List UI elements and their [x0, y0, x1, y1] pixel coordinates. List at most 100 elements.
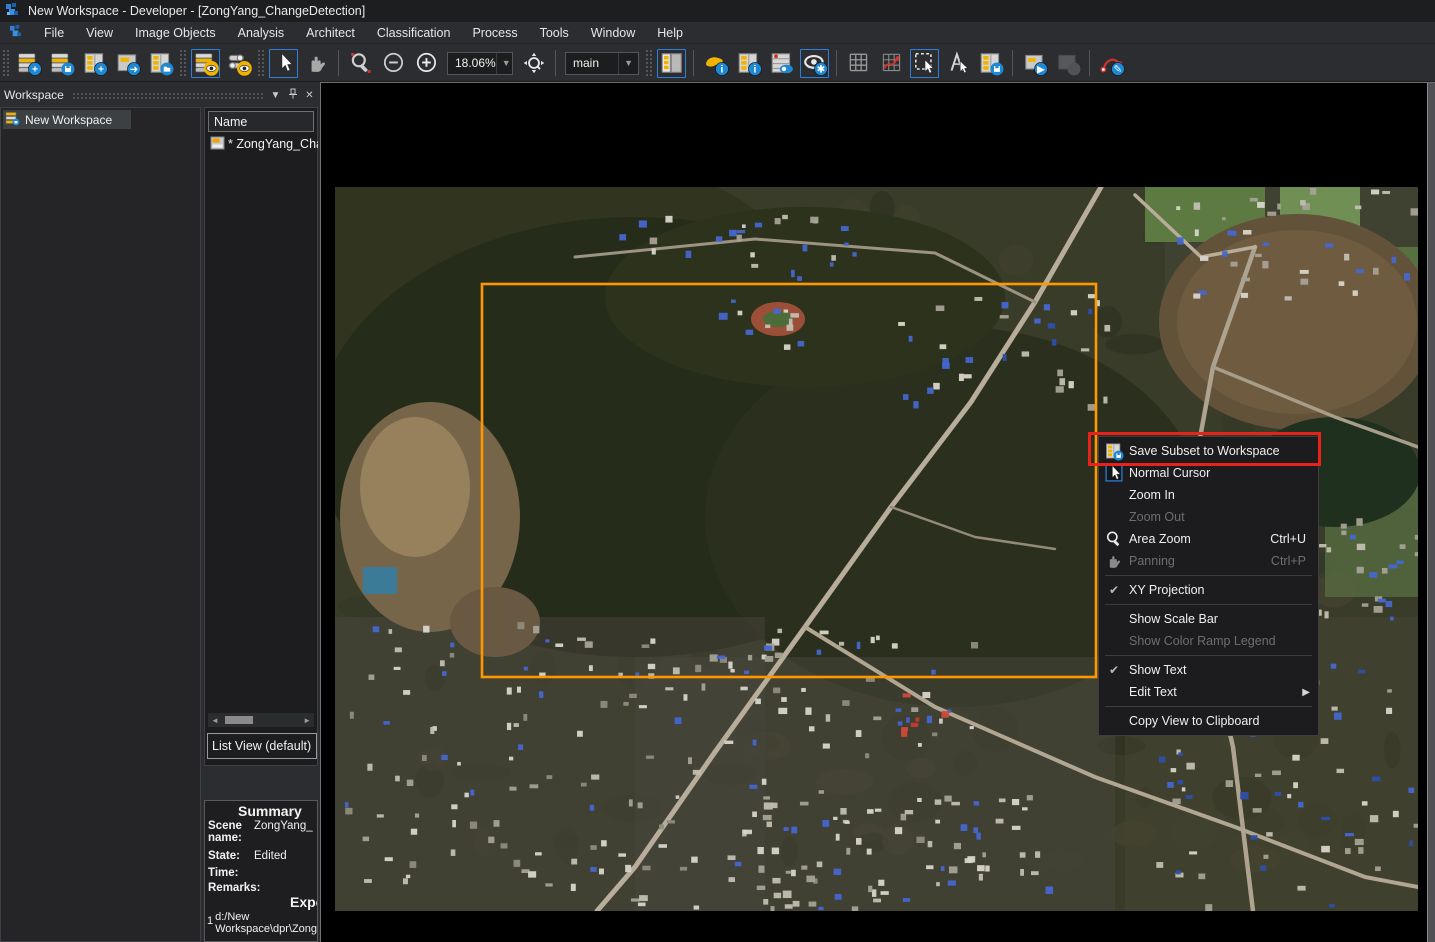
context-menu-item-panning: PanningCtrl+P — [1099, 550, 1318, 572]
svg-text:✱: ✱ — [816, 65, 825, 76]
list-column-header[interactable]: Name — [208, 111, 314, 132]
measure-tool-button[interactable] — [943, 49, 972, 78]
context-menu-item-label: Area Zoom — [1129, 532, 1191, 546]
panel-drag-texture — [72, 92, 263, 100]
menu-architect[interactable]: Architect — [295, 24, 366, 42]
image-object-information-button[interactable]: i — [701, 49, 730, 78]
menu-classification[interactable]: Classification — [366, 24, 462, 42]
view-settings-button[interactable]: ✱ — [800, 49, 829, 78]
svg-text:i: i — [720, 65, 723, 76]
curve-pencil-icon: ✎ — [1099, 50, 1125, 76]
chevron-down-icon[interactable]: ▼ — [496, 53, 516, 74]
toolbar-separator — [257, 49, 265, 77]
horizontal-scrollbar[interactable]: ◄ ► — [208, 713, 314, 727]
context-menu-item-label: Show Scale Bar — [1129, 612, 1218, 626]
add-scene-button[interactable]: + — [80, 49, 109, 78]
application-window: New Workspace - Developer - [ZongYang_Ch… — [0, 0, 1435, 942]
box-pause-icon — [1055, 50, 1081, 76]
context-menu-separator — [1105, 706, 1312, 707]
edit-thematic-objects-button[interactable]: ✎ — [1097, 49, 1126, 78]
save-project-button[interactable] — [47, 49, 76, 78]
context-menu-item-xy-projection[interactable]: ✔XY Projection — [1099, 579, 1318, 601]
summary-field: Time: — [208, 867, 318, 879]
window-title: New Workspace - Developer - [ZongYang_Ch… — [28, 4, 365, 18]
context-menu-item-edit-text[interactable]: Edit Text▶ — [1099, 681, 1318, 703]
subset-selection-button[interactable] — [910, 49, 939, 78]
panel-pin-icon[interactable] — [284, 88, 301, 102]
toolbar: ++➜18.06%▼main▼ii✱▶✎ — [0, 45, 1435, 82]
area-zoom-button[interactable] — [346, 49, 375, 78]
zoom-out-button[interactable] — [379, 49, 408, 78]
workspace-icon — [3, 111, 25, 129]
hand-icon — [1099, 551, 1129, 571]
class-hierarchy-button[interactable] — [767, 49, 796, 78]
dashed-cursor-icon — [912, 50, 938, 76]
feature-view-button[interactable]: i — [734, 49, 763, 78]
shortcut-label: Ctrl+P — [1271, 554, 1318, 568]
context-menu-item-zoom-in[interactable]: Zoom In — [1099, 484, 1318, 506]
show-image-layers-button[interactable] — [191, 49, 220, 78]
import-scene-button[interactable]: ➜ — [113, 49, 142, 78]
toolbar-separator — [836, 50, 837, 76]
map-viewer[interactable]: Save Subset to Workspace Normal Cursor Zoo… — [320, 82, 1435, 942]
stack-save-icon — [49, 50, 75, 76]
show-polygons-button[interactable] — [877, 49, 906, 78]
context-menu-item-label: Zoom In — [1129, 488, 1175, 502]
summary-field-value — [251, 882, 254, 894]
toolbar-separator — [645, 49, 653, 77]
context-menu-item-copy-view-to-clipboard[interactable]: Copy View to Clipboard — [1099, 710, 1318, 732]
menu-file[interactable]: File — [33, 24, 75, 42]
panel-menu-chevron-icon[interactable]: ▼ — [267, 90, 284, 101]
menu-help[interactable]: Help — [646, 24, 694, 42]
svg-text:i: i — [753, 65, 756, 76]
grid-scribble-icon — [879, 50, 905, 76]
table-save-icon — [978, 50, 1004, 76]
context-menu-item-label: XY Projection — [1129, 583, 1205, 597]
export-row-path: d:/New Workspace\dpr\Zong — [215, 911, 318, 935]
start-analysis-button[interactable]: ▶ — [1020, 49, 1049, 78]
zoom-level-combobox[interactable]: 18.06%▼ — [447, 52, 513, 75]
zoom-in-button[interactable] — [412, 49, 441, 78]
context-menu-item-area-zoom[interactable]: Area ZoomCtrl+U — [1099, 528, 1318, 550]
tree-item-label: New Workspace — [25, 113, 112, 127]
context-menu-item-save-subset-to-workspace[interactable]: Save Subset to Workspace — [1099, 440, 1318, 462]
context-menu-item-show-scale-bar[interactable]: Show Scale Bar — [1099, 608, 1318, 630]
zoom-to-window-button[interactable] — [519, 49, 548, 78]
save-subset-toolbar-button[interactable] — [976, 49, 1005, 78]
image-layer-mixing-button[interactable] — [224, 49, 253, 78]
list-view-selector[interactable]: List View (default) — [207, 733, 317, 759]
scroll-right-icon[interactable]: ► — [303, 716, 314, 725]
scroll-left-icon[interactable]: ◄ — [208, 716, 219, 725]
menu-process[interactable]: Process — [461, 24, 528, 42]
chevron-down-icon[interactable]: ▼ — [618, 53, 638, 74]
context-menu-item-label: Normal Cursor — [1129, 466, 1210, 480]
vertical-scrollbar[interactable] — [1427, 83, 1435, 942]
table-plus-icon: + — [82, 50, 108, 76]
show-grid-button[interactable] — [844, 49, 873, 78]
map-selection-combobox[interactable]: main▼ — [565, 52, 639, 75]
context-menu-item-show-text[interactable]: ✔Show Text — [1099, 659, 1318, 681]
menu-view[interactable]: View — [75, 24, 124, 42]
context-menu-separator — [1105, 655, 1312, 656]
summary-panel: Summary Scene name:ZongYang_State:Edited… — [204, 800, 318, 942]
scene-list-item[interactable]: * ZongYang_Cha — [208, 134, 318, 154]
open-project-button[interactable] — [146, 49, 175, 78]
context-menu-item-zoom-out: Zoom Out — [1099, 506, 1318, 528]
context-menu: Save Subset to Workspace Normal Cursor Zoo… — [1098, 436, 1319, 736]
toolbar-separator — [179, 49, 187, 77]
compass-cursor-icon — [945, 50, 971, 76]
menu-tools[interactable]: Tools — [529, 24, 580, 42]
scrollbar-thumb[interactable] — [225, 716, 253, 724]
menu-image-objects[interactable]: Image Objects — [124, 24, 227, 42]
toolbar-separator — [338, 50, 339, 76]
panning-button[interactable] — [302, 49, 331, 78]
sidebar-item-workspace[interactable]: New Workspace — [3, 110, 131, 129]
panel-close-icon[interactable]: ✕ — [301, 90, 318, 101]
normal-cursor-button[interactable] — [269, 49, 298, 78]
table-save-icon — [1099, 441, 1129, 461]
window-layout-button[interactable] — [657, 49, 686, 78]
menu-analysis[interactable]: Analysis — [227, 24, 296, 42]
create-new-project-button[interactable]: + — [14, 49, 43, 78]
menu-window[interactable]: Window — [580, 24, 646, 42]
context-menu-item-normal-cursor[interactable]: Normal Cursor — [1099, 462, 1318, 484]
